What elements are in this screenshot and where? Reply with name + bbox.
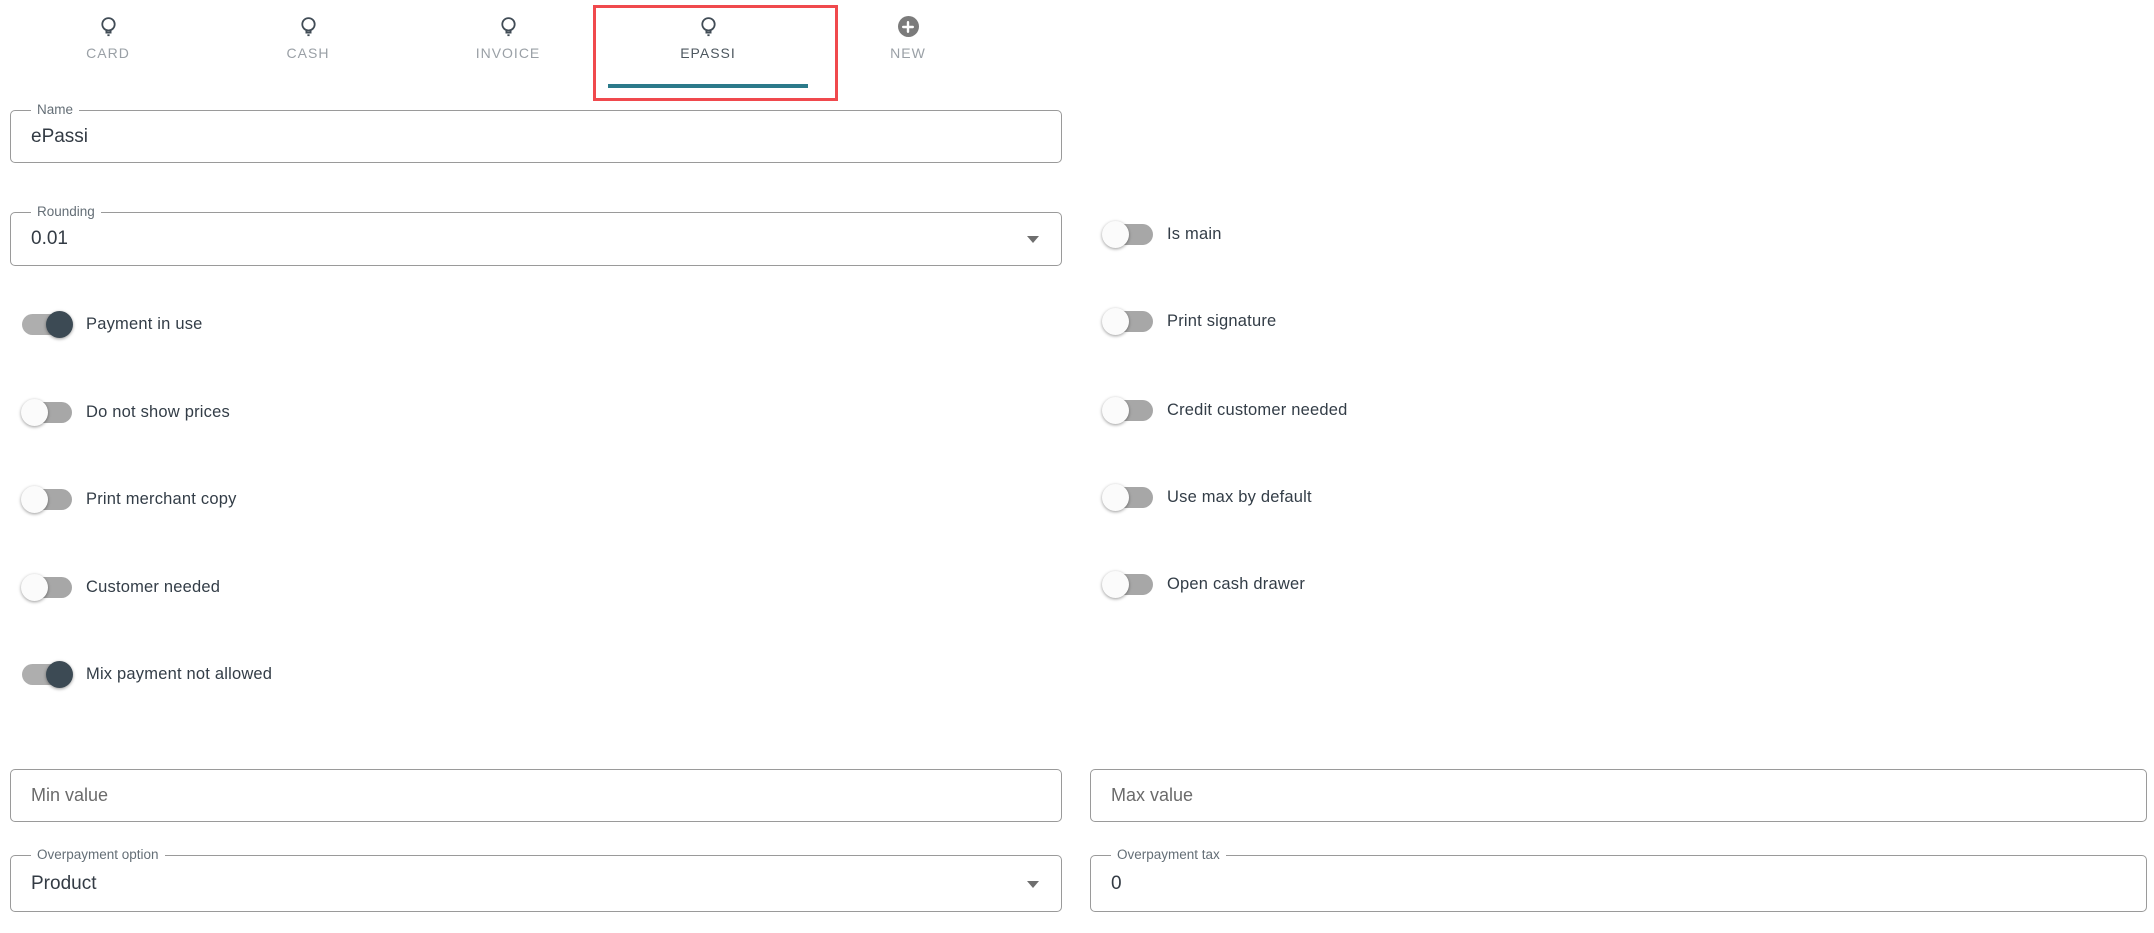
lightbulb-icon (498, 16, 519, 40)
add-icon (898, 16, 919, 40)
toggle-thumb (46, 661, 73, 688)
toggle-row: Customer needed (22, 573, 220, 601)
toggle-label: Print signature (1167, 312, 1276, 331)
use-max-by-default-toggle[interactable] (1103, 484, 1153, 511)
toggle-thumb (1102, 484, 1129, 511)
toggle-label: Credit customer needed (1167, 401, 1348, 420)
toggle-row: Open cash drawer (1103, 570, 1305, 598)
payment-settings-page: CARD CASH INVOICE (0, 0, 2154, 933)
min-value-field (10, 769, 1062, 822)
tab-epassi[interactable]: EPASSI (608, 6, 808, 88)
overpayment-tax-input[interactable] (1091, 856, 2146, 911)
rounding-field[interactable]: Rounding 0.01 (10, 212, 1062, 266)
max-value-input[interactable] (1091, 770, 2146, 821)
toggle-thumb (21, 574, 48, 601)
chevron-down-icon (1027, 236, 1039, 243)
rounding-value: 0.01 (31, 228, 68, 250)
toggle-label: Is main (1167, 225, 1222, 244)
toggle-row: Do not show prices (22, 398, 230, 426)
toggle-thumb (1102, 397, 1129, 424)
name-field-label: Name (31, 102, 79, 117)
toggle-row: Is main (1103, 220, 1222, 248)
payment-in-use-toggle[interactable] (22, 311, 72, 338)
print-signature-toggle[interactable] (1103, 308, 1153, 335)
toggle-row: Credit customer needed (1103, 396, 1348, 424)
overpayment-tax-label: Overpayment tax (1111, 847, 1226, 862)
toggle-row: Payment in use (22, 310, 203, 338)
tab-new[interactable]: NEW (808, 6, 1008, 88)
credit-customer-needed-toggle[interactable] (1103, 397, 1153, 424)
tab-label: NEW (890, 45, 926, 61)
name-field: Name (10, 110, 1062, 163)
overpayment-tax-field: Overpayment tax (1090, 855, 2147, 912)
tab-label: INVOICE (476, 45, 541, 61)
toggle-label: Do not show prices (86, 403, 230, 422)
is-main-toggle[interactable] (1103, 221, 1153, 248)
open-cash-drawer-toggle[interactable] (1103, 571, 1153, 598)
toggle-thumb (21, 399, 48, 426)
toggle-label: Customer needed (86, 578, 220, 597)
min-value-input[interactable] (11, 770, 1061, 821)
toggle-row: Mix payment not allowed (22, 660, 272, 688)
toggle-thumb (1102, 221, 1129, 248)
name-input[interactable] (11, 111, 1061, 162)
overpayment-option-label: Overpayment option (31, 847, 165, 862)
toggle-label: Mix payment not allowed (86, 665, 272, 684)
rounding-field-label: Rounding (31, 204, 101, 219)
tab-label: EPASSI (680, 45, 736, 61)
overpayment-option-field[interactable]: Overpayment option Product (10, 855, 1062, 912)
toggle-label: Use max by default (1167, 488, 1312, 507)
tab-indicator (608, 84, 808, 88)
tab-card[interactable]: CARD (8, 6, 208, 88)
mix-payment-not-allowed-toggle[interactable] (22, 661, 72, 688)
tab-label: CARD (86, 45, 130, 61)
do-not-show-prices-toggle[interactable] (22, 399, 72, 426)
tab-label: CASH (287, 45, 330, 61)
toggle-label: Payment in use (86, 315, 203, 334)
tab-cash[interactable]: CASH (208, 6, 408, 88)
toggle-label: Print merchant copy (86, 490, 237, 509)
lightbulb-icon (698, 16, 719, 40)
max-value-field (1090, 769, 2147, 822)
toggle-thumb (46, 311, 73, 338)
toggle-thumb (21, 486, 48, 513)
overpayment-option-value: Product (31, 873, 96, 895)
toggle-thumb (1102, 308, 1129, 335)
toggle-row: Print merchant copy (22, 485, 237, 513)
print-merchant-copy-toggle[interactable] (22, 486, 72, 513)
toggle-row: Use max by default (1103, 483, 1312, 511)
toggle-row: Print signature (1103, 307, 1276, 335)
customer-needed-toggle[interactable] (22, 574, 72, 601)
tab-invoice[interactable]: INVOICE (408, 6, 608, 88)
toggle-label: Open cash drawer (1167, 575, 1305, 594)
lightbulb-icon (98, 16, 119, 40)
lightbulb-icon (298, 16, 319, 40)
toggle-thumb (1102, 571, 1129, 598)
chevron-down-icon (1027, 881, 1039, 888)
payment-type-tabs: CARD CASH INVOICE (8, 6, 1008, 88)
